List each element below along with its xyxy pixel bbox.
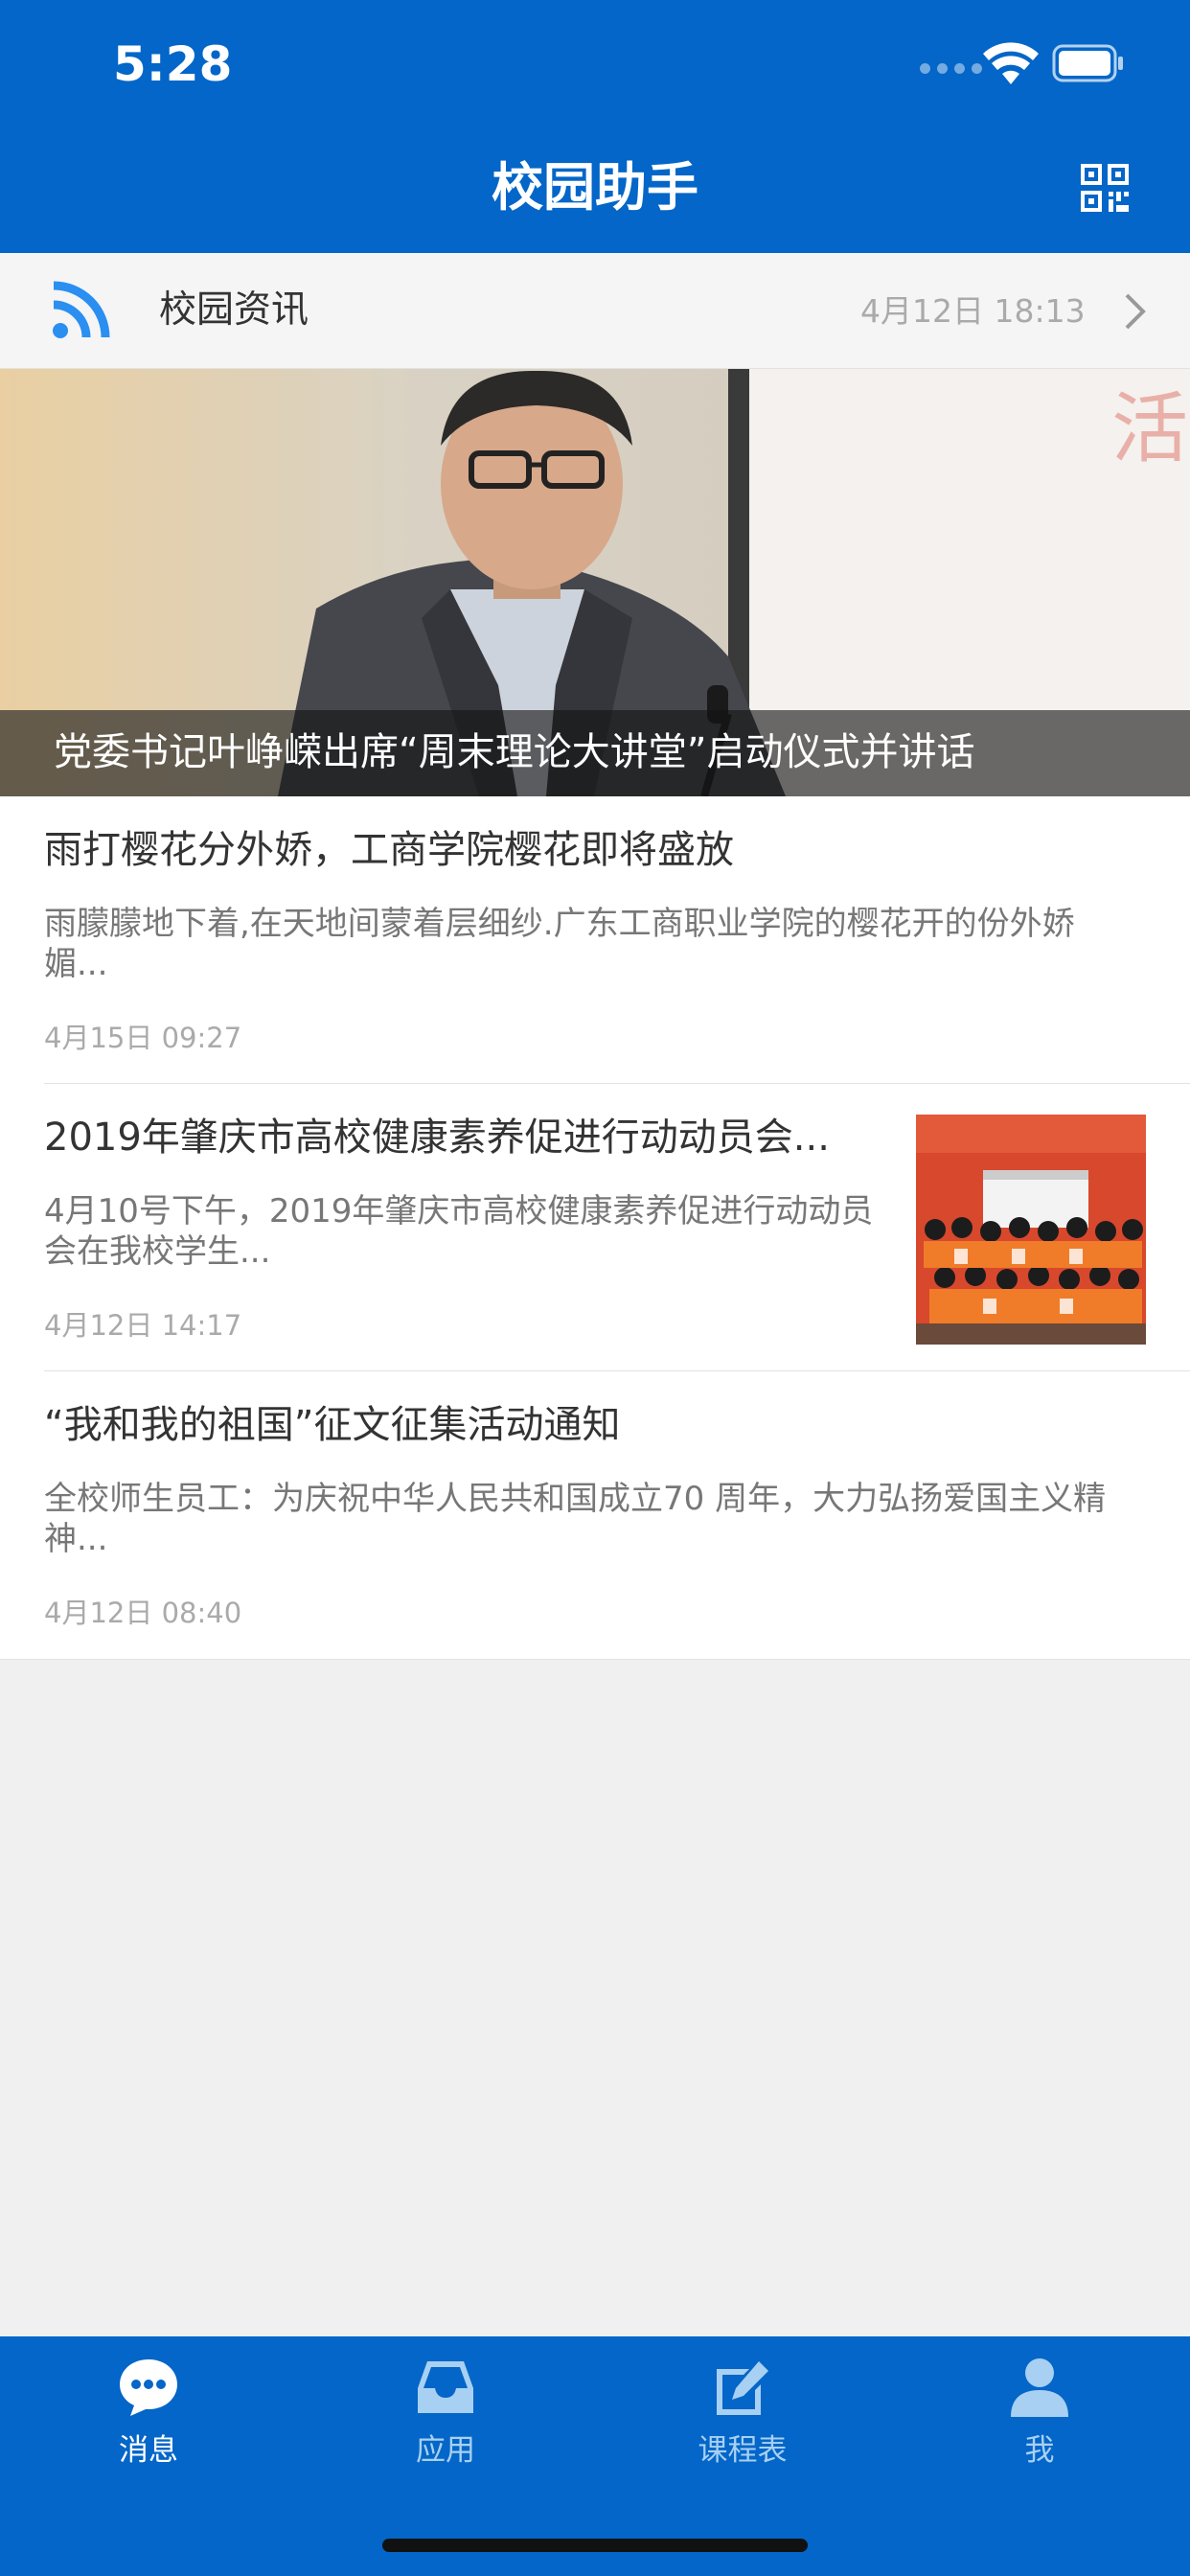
tab-label: 应用 — [416, 2433, 475, 2468]
cellular-signal-icon — [920, 63, 982, 74]
tab-label: 消息 — [119, 2433, 178, 2468]
article-time: 4月12日 08:40 — [44, 1597, 242, 1629]
page-title: 校园助手 — [492, 157, 698, 218]
tab-me[interactable]: 我 — [891, 2336, 1188, 2509]
article-summary: 4月10号下午，2019年肇庆市高校健康素养促进行动动员会在我校学生... — [44, 1192, 874, 1271]
article-summary: 雨朦朦地下着,在天地间蒙着层细纱.广东工商职业学院的樱花开的份外娇媚... — [44, 905, 1075, 983]
tab-label: 我 — [1024, 2433, 1055, 2468]
featured-news-banner[interactable]: 活 党委书记叶峥嵘出席“周末理论大讲堂”启动仪式并讲话 — [0, 369, 1190, 796]
tab-label: 课程表 — [698, 2433, 788, 2468]
news-section-header[interactable]: 校园资讯 4月12日 18:13 — [0, 253, 1190, 369]
wifi-icon — [983, 42, 1039, 84]
qr-code-scan-button[interactable] — [1080, 163, 1130, 213]
tab-apps[interactable]: 应用 — [297, 2336, 594, 2509]
svg-text:活: 活 — [1111, 384, 1188, 473]
list-item[interactable]: “我和我的祖国”征文征集活动通知 全校师生员工：为庆祝中华人民共和国成立70 周… — [0, 1371, 1190, 1659]
article-title: 雨打樱花分外娇，工商学院樱花即将盛放 — [44, 828, 734, 872]
edit-note-icon — [717, 2361, 768, 2415]
banner-caption: 党委书记叶峥嵘出席“周末理论大讲堂”启动仪式并讲话 — [54, 730, 975, 774]
chat-bubble-icon — [120, 2359, 177, 2416]
article-title: 2019年肇庆市高校健康素养促进行动动员会... — [44, 1116, 830, 1160]
list-item[interactable]: 雨打樱花分外娇，工商学院樱花即将盛放 雨朦朦地下着,在天地间蒙着层细纱.广东工商… — [0, 796, 1190, 1084]
article-summary: 全校师生员工：为庆祝中华人民共和国成立70 周年，大力弘扬爱国主义精神... — [44, 1480, 1107, 1558]
article-title: “我和我的祖国”征文征集活动通知 — [44, 1403, 621, 1447]
top-header: 5:28 校园助手 — [0, 0, 1190, 253]
news-section-updated-time: 4月12日 18:13 — [860, 292, 1086, 330]
person-icon — [1011, 2358, 1068, 2417]
tab-schedule[interactable]: 课程表 — [594, 2336, 891, 2509]
rss-feed-icon — [53, 281, 110, 338]
chevron-right-icon — [1125, 293, 1146, 330]
news-list: 雨打樱花分外娇，工商学院樱花即将盛放 雨朦朦地下着,在天地间蒙着层细纱.广东工商… — [0, 796, 1190, 1660]
inbox-tray-icon — [418, 2361, 473, 2413]
status-time: 5:28 — [113, 36, 233, 92]
news-section-title: 校园资讯 — [159, 288, 309, 332]
article-time: 4月15日 09:27 — [44, 1022, 242, 1054]
battery-icon — [1052, 44, 1123, 82]
article-thumbnail — [916, 1115, 1146, 1345]
home-indicator[interactable] — [382, 2539, 808, 2552]
article-time: 4月12日 14:17 — [44, 1309, 242, 1342]
tab-messages[interactable]: 消息 — [0, 2336, 297, 2509]
